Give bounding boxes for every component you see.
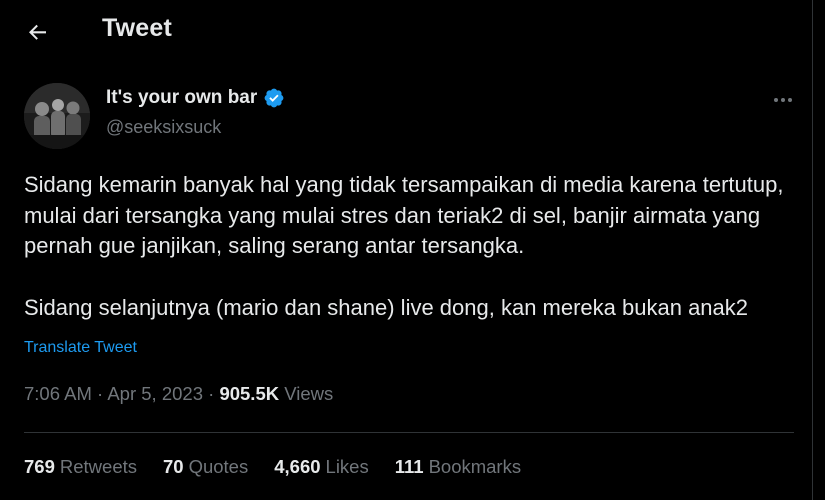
views-count: 905.5K [219,383,280,404]
avatar[interactable] [24,83,90,149]
tweet-paragraph: Sidang kemarin banyak hal yang tidak ter… [24,172,784,258]
bookmarks-label: Bookmarks [428,456,522,477]
engagement-stats: 769 Retweets 70 Quotes 4,660 Likes 111 B… [24,456,521,478]
bookmarks-count: 111 [394,456,424,477]
more-options-button[interactable] [768,88,798,112]
verified-badge-icon [264,88,284,108]
avatar-image [24,83,90,149]
bookmarks-stat[interactable]: 111 Bookmarks [395,456,521,478]
back-button[interactable] [18,12,58,52]
quotes-label: Quotes [188,456,249,477]
quotes-stat[interactable]: 70 Quotes [163,456,248,478]
column-border [812,0,813,500]
author-name-row[interactable]: It's your own bar [106,87,285,109]
tweet-paragraph: Sidang selanjutnya (mario dan shane) liv… [24,294,749,320]
tweet-text: Sidang kemarin banyak hal yang tidak ter… [24,170,794,323]
likes-stat[interactable]: 4,660 Likes [274,456,369,478]
arrow-left-icon [29,24,46,40]
views-label: Views [284,383,334,404]
divider [24,432,794,433]
translate-tweet-link[interactable]: Translate Tweet [24,339,137,357]
meta-separator: · [208,383,215,404]
tweet-meta: 7:06 AM · Apr 5, 2023 · 905.5K Views [24,383,333,405]
page-title: Tweet [102,14,172,42]
author-display-name[interactable]: It's your own bar [106,87,257,109]
retweets-stat[interactable]: 769 Retweets [24,456,137,478]
tweet-detail-page: Tweet It's your own bar @seeksixsuck Sid… [0,0,825,500]
likes-label: Likes [325,456,369,477]
page-header: Tweet [0,0,812,62]
retweets-count: 769 [24,456,55,477]
quotes-count: 70 [163,456,184,477]
tweet-date[interactable]: Apr 5, 2023 [107,383,203,404]
tweet-time[interactable]: 7:06 AM [24,383,92,404]
meta-separator: · [97,383,104,404]
more-horizontal-icon [774,98,792,102]
author-handle[interactable]: @seeksixsuck [106,117,221,138]
retweets-label: Retweets [59,456,137,477]
likes-count: 4,660 [274,456,321,477]
